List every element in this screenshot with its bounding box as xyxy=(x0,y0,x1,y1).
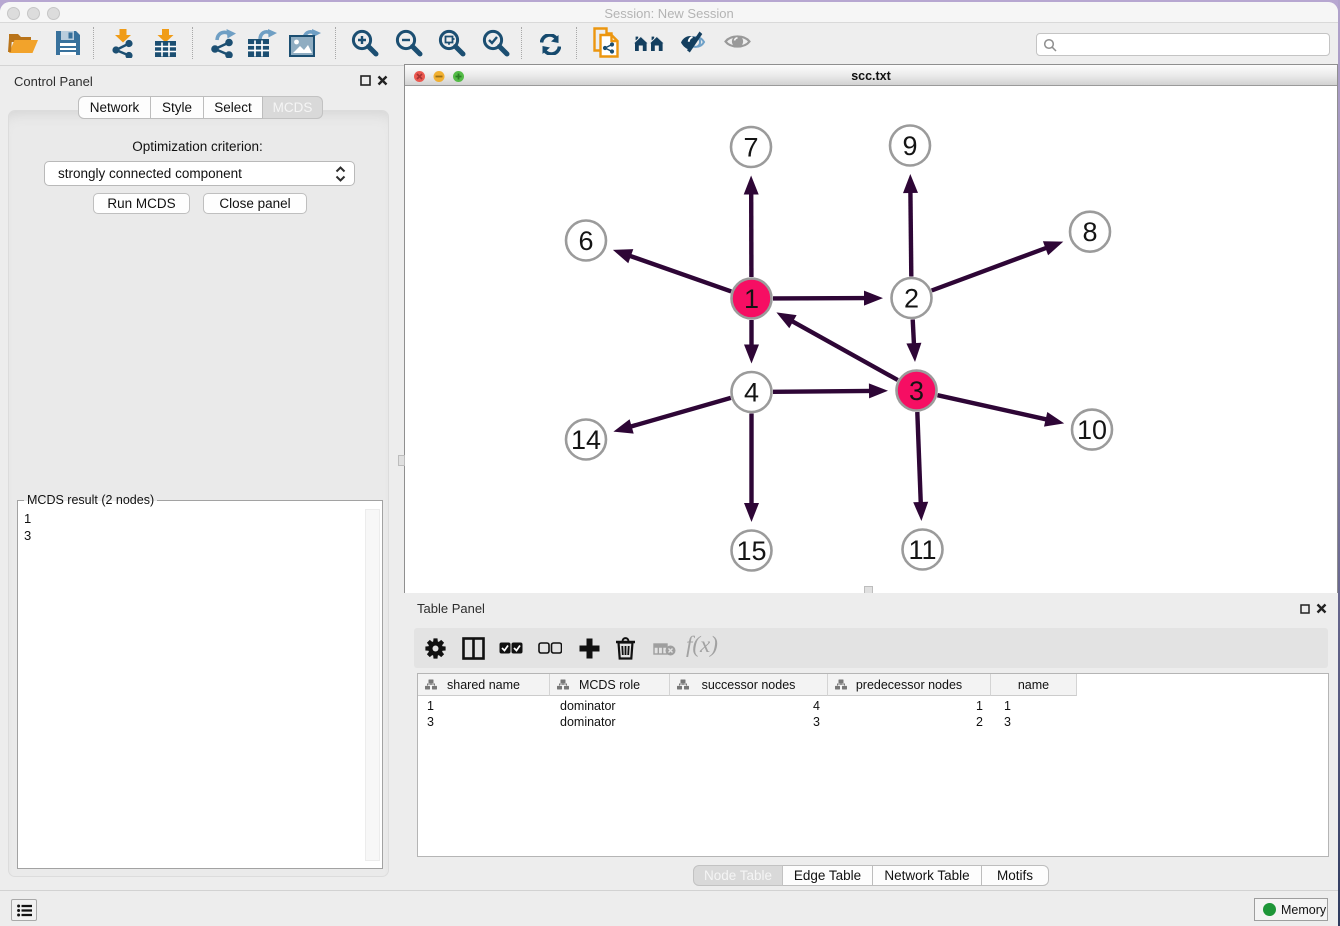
svg-text:7: 7 xyxy=(743,133,758,163)
svg-text:11: 11 xyxy=(908,535,936,565)
svg-text:3: 3 xyxy=(909,376,924,406)
svg-text:9: 9 xyxy=(902,131,917,161)
svg-text:4: 4 xyxy=(744,378,759,408)
svg-text:6: 6 xyxy=(578,226,593,256)
svg-text:14: 14 xyxy=(571,425,601,455)
svg-text:1: 1 xyxy=(744,284,759,314)
svg-text:8: 8 xyxy=(1082,217,1097,247)
svg-text:10: 10 xyxy=(1077,415,1107,445)
svg-text:15: 15 xyxy=(736,536,766,566)
svg-text:2: 2 xyxy=(904,284,919,314)
